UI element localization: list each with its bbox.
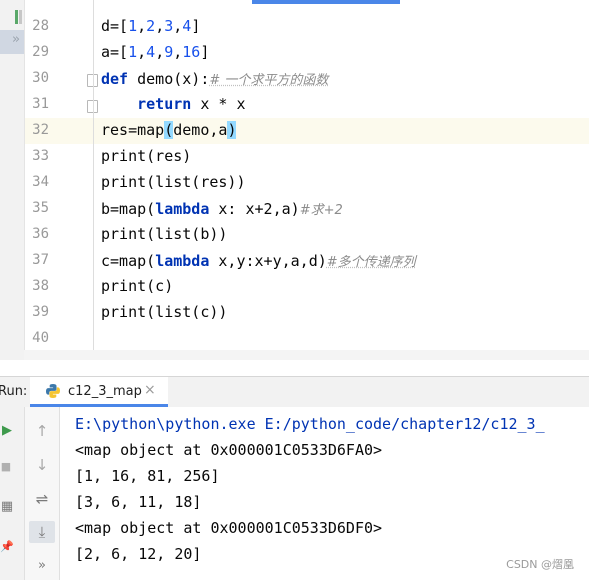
- line-number: 34: [32, 174, 49, 190]
- run-toolbar-primary: ▶ ■ ▦ 📌: [0, 407, 25, 580]
- code-line[interactable]: 38 print(c): [25, 274, 589, 300]
- watermark: CSDN @熠凰: [506, 558, 574, 571]
- run-tab-label: c12_3_map: [68, 384, 142, 399]
- arrow-down-icon[interactable]: ↓: [31, 455, 53, 475]
- code-line[interactable]: 29 a=[1,4,9,16]: [25, 40, 589, 66]
- line-number: 29: [32, 44, 49, 60]
- run-config-tab[interactable]: c12_3_map ×: [30, 377, 168, 407]
- code-text[interactable]: b=map(lambda x: x+2,a)#求+2: [101, 199, 343, 218]
- line-number: 33: [32, 148, 49, 164]
- code-text[interactable]: print(list(res)): [101, 173, 246, 191]
- code-line[interactable]: 28 d=[1,2,3,4]: [25, 14, 589, 40]
- pin-icon[interactable]: 📌: [0, 537, 14, 555]
- console-line: <map object at 0x000001C0533D6DF0>: [75, 519, 383, 537]
- chevron-icon: »: [12, 32, 20, 47]
- run-toolbar-secondary: ↑ ↓ ⇌ ⤓ »: [25, 407, 60, 580]
- code-text[interactable]: d=[1,2,3,4]: [101, 17, 200, 35]
- console-line[interactable]: E:\python\python.exe E:/python_code/chap…: [75, 415, 545, 433]
- code-line[interactable]: 31 return x * x: [25, 92, 589, 118]
- line-number: 36: [32, 226, 49, 242]
- code-line[interactable]: 39 print(list(c)): [25, 300, 589, 326]
- arrow-up-icon[interactable]: ↑: [31, 421, 53, 441]
- rerun-icon[interactable]: ▶: [0, 421, 14, 439]
- matched-brace: (: [164, 121, 174, 139]
- line-number: 39: [32, 304, 49, 320]
- code-text[interactable]: c=map(lambda x,y:x+y,a,d)#多个传递序列: [101, 251, 416, 270]
- line-number: 31: [32, 96, 49, 112]
- code-text[interactable]: print(c): [101, 277, 173, 295]
- line-number: 37: [32, 252, 49, 268]
- line-number: 32: [32, 122, 49, 138]
- code-editor[interactable]: » 28 d=[1,2,3,4] 29 a=[1,4,9,16] 30 def …: [0, 0, 589, 360]
- code-text[interactable]: print(res): [101, 147, 191, 165]
- line-number: 30: [32, 70, 49, 86]
- vcs-change-marker-secondary: [19, 10, 22, 24]
- line-number: 40: [32, 330, 49, 346]
- code-line[interactable]: 35 b=map(lambda x: x+2,a)#求+2: [25, 196, 589, 222]
- run-panel-header: Run: c12_3_map ×: [0, 376, 589, 408]
- console-output[interactable]: E:\python\python.exe E:/python_code/chap…: [60, 407, 589, 580]
- project-tool-strip: »: [0, 0, 25, 360]
- console-line: <map object at 0x000001C0533D6FA0>: [75, 441, 383, 459]
- code-text[interactable]: print(list(c)): [101, 303, 227, 321]
- console-line: [2, 6, 12, 20]: [75, 545, 202, 563]
- console-line: [1, 16, 81, 256]: [75, 467, 220, 485]
- code-line[interactable]: 34 print(list(res)): [25, 170, 589, 196]
- python-icon: [46, 384, 60, 398]
- scroll-to-end-icon[interactable]: ⤓: [29, 521, 55, 543]
- code-text[interactable]: print(list(b)): [101, 225, 227, 243]
- console-line: [3, 6, 11, 18]: [75, 493, 202, 511]
- code-text[interactable]: a=[1,4,9,16]: [101, 43, 209, 61]
- code-comment: #求+2: [299, 203, 343, 218]
- code-text[interactable]: res=map(demo,a): [101, 121, 237, 139]
- line-number: 28: [32, 18, 49, 34]
- editor-tab-indicator: [252, 0, 400, 4]
- editor-bottom-edge: [24, 350, 589, 360]
- more-icon[interactable]: »: [31, 555, 53, 575]
- code-text[interactable]: return x * x: [101, 95, 245, 113]
- close-icon[interactable]: ×: [144, 382, 156, 398]
- code-line-current[interactable]: 32 res=map(demo,a): [25, 118, 589, 144]
- matched-brace: ): [227, 121, 237, 139]
- gutter-divider: [93, 0, 94, 350]
- code-comment: # 一个求平方的函数: [209, 73, 329, 88]
- layout-icon[interactable]: ▦: [0, 497, 14, 515]
- run-panel-label: Run:: [0, 384, 28, 399]
- code-line[interactable]: 40: [25, 326, 589, 352]
- line-number: 38: [32, 278, 49, 294]
- soft-wrap-icon[interactable]: ⇌: [31, 489, 53, 509]
- code-line[interactable]: 33 print(res): [25, 144, 589, 170]
- code-line[interactable]: 36 print(list(b)): [25, 222, 589, 248]
- stop-icon[interactable]: ■: [0, 457, 12, 475]
- line-number: 35: [32, 200, 49, 216]
- vcs-change-marker: [15, 10, 18, 24]
- code-comment: #多个传递序列: [326, 255, 416, 270]
- code-text[interactable]: def demo(x):# 一个求平方的函数: [101, 69, 328, 88]
- code-line[interactable]: 30 def demo(x):# 一个求平方的函数: [25, 66, 589, 92]
- code-line[interactable]: 37 c=map(lambda x,y:x+y,a,d)#多个传递序列: [25, 248, 589, 274]
